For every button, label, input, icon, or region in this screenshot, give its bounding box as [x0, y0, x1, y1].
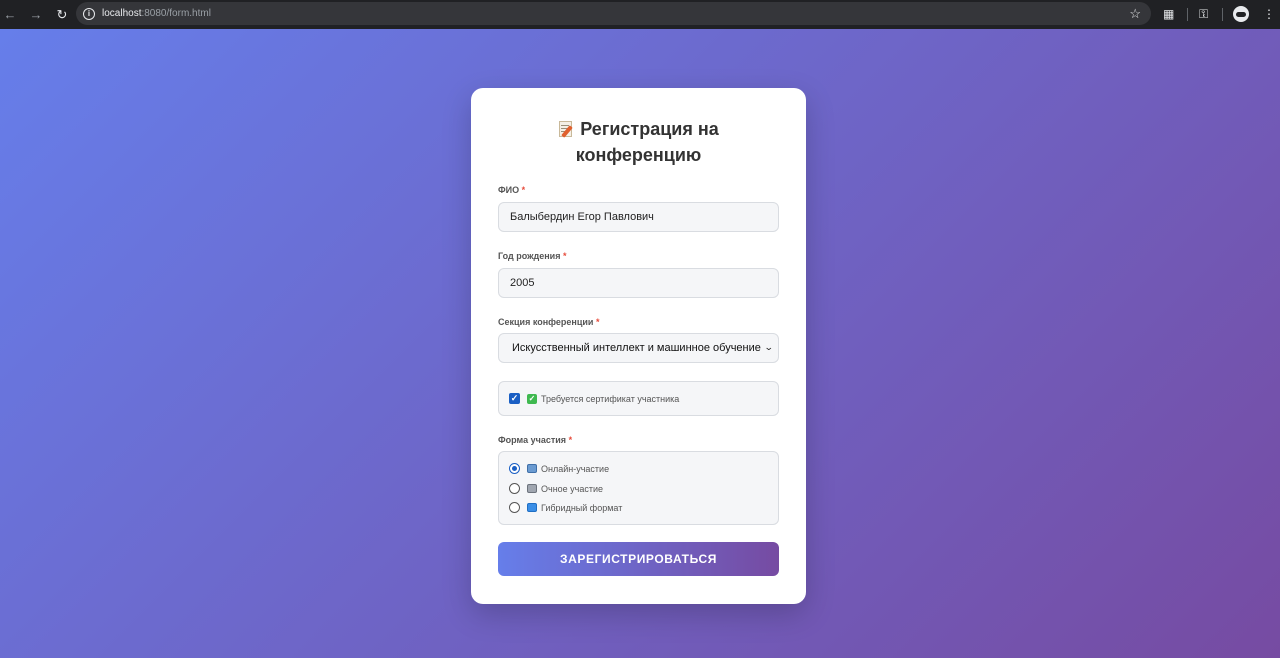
url-text[interactable]: localhost:8080/form.html [102, 8, 211, 19]
certificate-checkbox[interactable]: ✓ [509, 393, 520, 404]
register-button[interactable]: ЗАРЕГИСТРИРОВАТЬСЯ [498, 542, 779, 576]
fio-label: ФИО * [498, 185, 525, 195]
check-mark-icon: ✓ [527, 394, 537, 404]
radio-option-hybrid[interactable]: Гибридный формат [509, 501, 769, 515]
participation-options: Онлайн-участие Очное участие Гибридный ф… [498, 451, 779, 525]
address-bar[interactable]: i localhost:8080/form.html ☆ [76, 2, 1151, 25]
radio-label[interactable]: Гибридный формат [541, 502, 622, 514]
password-key-icon[interactable]: ⚿ [1199, 5, 1208, 23]
laptop-icon [527, 464, 537, 473]
radio-button[interactable] [509, 463, 520, 474]
toolbar-divider [1187, 8, 1188, 21]
site-info-icon[interactable]: i [83, 7, 95, 20]
participation-label: Форма участия * [498, 435, 572, 445]
radio-option-online[interactable]: Онлайн-участие [509, 462, 769, 476]
radio-option-offline[interactable]: Очное участие [509, 482, 769, 496]
menu-kebab-icon[interactable]: ⋮ [1263, 5, 1275, 23]
certificate-box: ✓ ✓ Требуется сертификат участника [498, 381, 779, 416]
fio-input[interactable]: Балыбердин Егор Павлович [498, 202, 779, 232]
section-label-text: Секция конференции [498, 317, 594, 327]
back-arrow-icon[interactable]: ← [0, 3, 22, 27]
profile-avatar-icon[interactable] [1233, 6, 1249, 22]
page-background: Регистрация на конференцию ФИО * Балыбер… [0, 29, 1280, 658]
forward-arrow-icon[interactable]: → [24, 3, 48, 27]
participation-label-text: Форма участия [498, 435, 567, 445]
section-label: Секция конференции * [498, 317, 599, 327]
radio-label[interactable]: Очное участие [541, 483, 603, 495]
required-mark: * [521, 185, 526, 195]
radio-button[interactable] [509, 483, 520, 494]
required-mark: * [568, 435, 573, 445]
required-mark: * [595, 317, 600, 327]
fio-label-text: ФИО [498, 185, 520, 195]
bookmark-star-icon[interactable]: ☆ [1129, 5, 1141, 22]
sync-icon [527, 503, 537, 512]
certificate-label[interactable]: Требуется сертификат участника [541, 393, 679, 405]
url-host: localhost [102, 8, 142, 19]
url-path: :8080/form.html [141, 8, 211, 19]
radio-button[interactable] [509, 502, 520, 513]
chevron-down-icon: ⌄ [764, 342, 775, 352]
birth-year-value: 2005 [510, 277, 535, 289]
birth-year-input[interactable]: 2005 [498, 268, 779, 298]
section-select[interactable]: Искусственный интеллект и машинное обуче… [498, 333, 779, 363]
radio-label[interactable]: Онлайн-участие [541, 463, 609, 475]
registration-card: Регистрация на конференцию ФИО * Балыбер… [471, 88, 806, 604]
birth-year-label-text: Год рождения [498, 251, 561, 261]
extensions-icon[interactable]: ▦ [1163, 5, 1174, 23]
browser-toolbar: ← → ↻ i localhost:8080/form.html ☆ ▦ ⚿ ⋮ [0, 0, 1280, 29]
toolbar-divider [1222, 8, 1223, 21]
required-mark: * [562, 251, 567, 261]
section-selected-value: Искусственный интеллект и машинное обуче… [512, 342, 761, 354]
reload-icon[interactable]: ↻ [50, 3, 74, 27]
office-building-icon [527, 484, 537, 493]
memo-icon [558, 120, 574, 138]
form-title-text: Регистрация на конференцию [575, 119, 719, 165]
fio-value: Балыбердин Егор Павлович [510, 211, 654, 223]
form-title: Регистрация на конференцию [471, 116, 806, 168]
birth-year-label: Год рождения * [498, 251, 566, 261]
